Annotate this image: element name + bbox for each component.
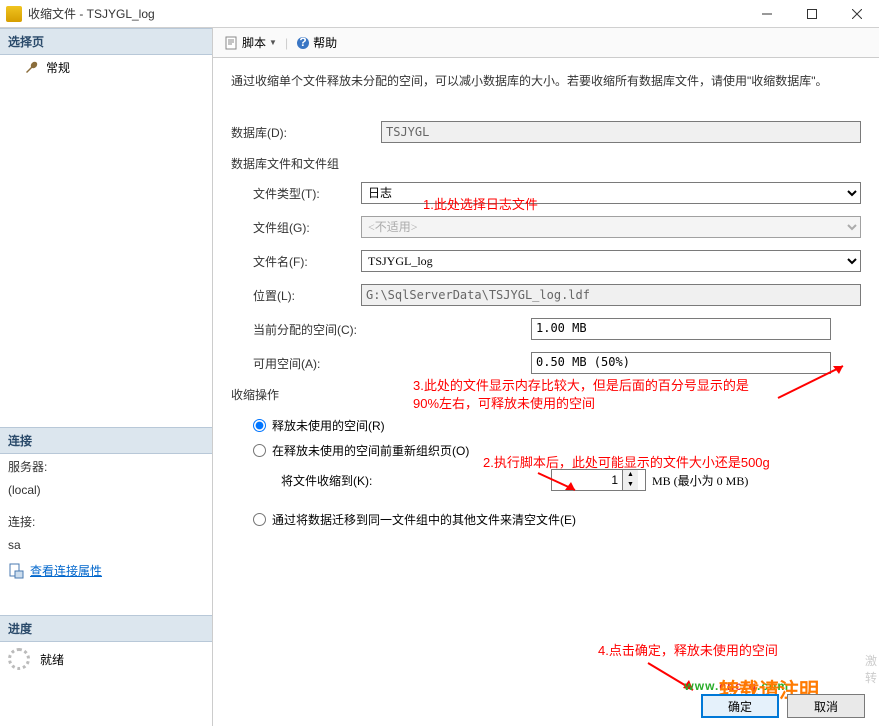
- available-value: 0.50 MB (50%): [531, 352, 831, 374]
- database-field: [381, 121, 861, 143]
- spin-down-icon[interactable]: ▼: [623, 480, 638, 490]
- conn-value: sa: [0, 534, 212, 556]
- shrink-to-label: 将文件收缩到(K):: [281, 472, 551, 489]
- allocated-value: 1.00 MB: [531, 318, 831, 340]
- script-button[interactable]: 脚本 ▼: [221, 32, 281, 53]
- nav-general-label: 常规: [46, 59, 70, 76]
- wrench-icon: [24, 60, 40, 76]
- view-connection-props-link[interactable]: 查看连接属性: [30, 562, 102, 579]
- properties-icon: [8, 563, 24, 579]
- server-value: (local): [0, 479, 212, 501]
- radio-release-unused-label: 释放未使用的空间(R): [272, 417, 385, 434]
- filename-select[interactable]: TSJYGL_log: [361, 250, 861, 272]
- right-panel: 脚本 ▼ | ? 帮助 通过收缩单个文件释放未分配的空间，可以减小数据库的大小。…: [213, 28, 879, 726]
- server-label: 服务器:: [0, 454, 212, 479]
- location-label: 位置(L):: [231, 287, 361, 304]
- maximize-button[interactable]: [789, 0, 834, 28]
- conn-label: 连接:: [0, 509, 212, 534]
- ok-button[interactable]: 确定: [701, 694, 779, 718]
- allocated-label: 当前分配的空间(C):: [231, 321, 531, 338]
- script-icon: [225, 36, 239, 50]
- radio-empty-file-label: 通过将数据迁移到同一文件组中的其他文件来清空文件(E): [272, 511, 576, 528]
- close-button[interactable]: [834, 0, 879, 28]
- script-label: 脚本: [242, 34, 266, 51]
- minimize-button[interactable]: [744, 0, 789, 28]
- shrink-to-input[interactable]: [552, 471, 622, 489]
- radio-release-unused[interactable]: [253, 419, 266, 432]
- toolbar: 脚本 ▼ | ? 帮助: [213, 28, 879, 58]
- spin-up-icon[interactable]: ▲: [623, 470, 638, 480]
- available-label: 可用空间(A):: [231, 355, 531, 372]
- dialog-footer: 确定 取消: [213, 686, 879, 726]
- window-controls: [744, 0, 879, 28]
- chevron-down-icon: ▼: [269, 38, 277, 47]
- description-text: 通过收缩单个文件释放未分配的空间，可以减小数据库的大小。若要收缩所有数据库文件，…: [231, 72, 861, 91]
- group-files-header: 数据库文件和文件组: [231, 155, 861, 172]
- help-label: 帮助: [313, 34, 337, 51]
- activate-hint: 激转: [865, 652, 877, 686]
- database-label: 数据库(D):: [231, 124, 381, 141]
- connection-header: 连接: [0, 427, 212, 454]
- filetype-select[interactable]: 日志: [361, 182, 861, 204]
- cancel-button[interactable]: 取消: [787, 694, 865, 718]
- help-button[interactable]: ? 帮助: [292, 32, 341, 53]
- help-icon: ?: [296, 36, 310, 50]
- filegroup-select: <不适用>: [361, 216, 861, 238]
- filegroup-label: 文件组(G):: [231, 219, 361, 236]
- annotation-4: 4.点击确定，释放未使用的空间: [598, 642, 778, 660]
- location-field: [361, 284, 861, 306]
- radio-reorganize[interactable]: [253, 444, 266, 457]
- shrink-ops-header: 收缩操作: [231, 386, 861, 403]
- radio-empty-file[interactable]: [253, 513, 266, 526]
- left-panel: 选择页 常规 连接 服务器: (local) 连接: sa 查看连接属性 进度 …: [0, 28, 213, 726]
- window-title: 收缩文件 - TSJYGL_log: [28, 5, 744, 22]
- database-icon: [6, 6, 22, 22]
- mb-hint: MB (最小为 0 MB): [652, 472, 748, 489]
- filename-label: 文件名(F):: [231, 253, 361, 270]
- progress-header: 进度: [0, 615, 212, 642]
- nav-general[interactable]: 常规: [0, 55, 212, 80]
- progress-spinner-icon: [8, 648, 30, 670]
- svg-text:?: ?: [299, 36, 306, 49]
- filetype-label: 文件类型(T):: [231, 185, 361, 202]
- progress-status: 就绪: [40, 651, 64, 668]
- shrink-to-spinner[interactable]: ▲ ▼: [551, 469, 646, 491]
- title-bar: 收缩文件 - TSJYGL_log: [0, 0, 879, 28]
- radio-reorganize-label: 在释放未使用的空间前重新组织页(O): [272, 442, 469, 459]
- select-page-header: 选择页: [0, 28, 212, 55]
